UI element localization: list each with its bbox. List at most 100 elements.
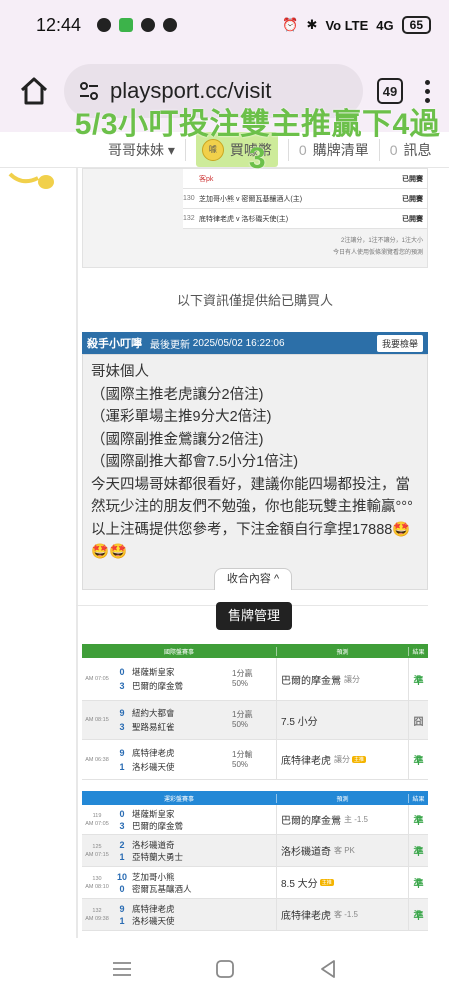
header-games: 國際盤賽事 [163, 649, 194, 656]
home-score: 0 [119, 883, 125, 894]
sport-lottery-table: 運彩盤賽事 預測 結果 119 AM 07:05 0 堪薩斯皇家 3 巴爾的摩金鶯 … [82, 791, 428, 931]
line-percent: 50% [232, 759, 249, 769]
chat-icon [97, 18, 112, 32]
header-result: 結果 [408, 646, 428, 656]
home-team[interactable]: 聖路易紅雀 [132, 721, 232, 733]
pick-name: 8.5 大分 [281, 879, 318, 890]
status-bar: 12:44 ⏰ ✱ Vo LTE 4G 65 [0, 0, 449, 50]
game-time: AM 07:05 [85, 820, 109, 827]
result-badge: 準 [408, 805, 428, 834]
game-no-time: 130 AM 08:10 [82, 867, 112, 898]
table-row: 125 AM 07:15 2 洛杉磯道奇 1 亞特蘭大勇士 洛杉磯道奇 客 PK 準 [82, 835, 428, 867]
result-badge: 準 [408, 835, 428, 866]
sale-management-button[interactable]: 售牌管理 [216, 602, 292, 630]
game-teams: 0 堪薩斯皇家 3 巴爾的摩金鶯 [112, 658, 232, 700]
away-score: 9 [119, 747, 125, 758]
picks-summary: 2注讓分，1注不讓分，1注大小 今日有人使用仮條瀏覽看您的預測 [333, 235, 423, 259]
purchaser-only-note: 以下資訊僅提供給已購買人 [176, 293, 333, 308]
away-team[interactable]: 堪薩斯皇家 [132, 666, 232, 678]
line-percent: 50% [232, 720, 249, 729]
table-row: AM 07:05 0 堪薩斯皇家 3 巴爾的摩金鶯 1分贏 50% 巴爾的摩金鶯 讓… [82, 658, 428, 701]
table-row: 132 底特律老虎 v 洛杉磯天使(主) 已開賽 [183, 209, 427, 229]
more-menu-icon[interactable] [425, 79, 431, 103]
game-teams: 9 紐約大都會 3 聖路易紅雀 [112, 701, 232, 739]
away-score: 9 [119, 903, 125, 914]
basketball-icon [163, 18, 178, 32]
game-teams: 2 洛杉磯道奇 1 亞特蘭大勇士 [112, 835, 276, 866]
tab-switcher-button[interactable]: 49 [377, 78, 403, 104]
header-pick: 預測 [276, 793, 408, 803]
result-badge: 準 [408, 658, 428, 700]
result-badge: 準 [408, 740, 428, 779]
home-team[interactable]: 洛杉磯天使 [132, 761, 232, 773]
away-team[interactable]: 芝加哥小熊 [132, 871, 276, 883]
game-no-time: 119 AM 07:05 [82, 805, 112, 834]
home-score: 3 [119, 722, 125, 732]
collapse-content-button[interactable]: 收合內容 ^ [214, 568, 292, 590]
picks-summary-line: 2注讓分，1注不讓分，1注大小 [340, 238, 423, 244]
away-team[interactable]: 洛杉磯道奇 [132, 839, 276, 851]
game-line: 1分輸 50% [232, 740, 276, 779]
pick-type: 讓分 [334, 755, 350, 764]
content-border [76, 168, 78, 938]
home-team[interactable]: 洛杉磯天使 [132, 915, 276, 927]
home-icon[interactable] [18, 75, 50, 107]
status-time: 12:44 [36, 14, 82, 35]
home-team[interactable]: 密爾瓦基釀酒人 [132, 883, 276, 895]
game-no: 132 [183, 215, 195, 222]
updated-time: 2025/05/02 16:22:06 [192, 337, 285, 349]
post-author[interactable]: 殺手小叮嚀 [87, 335, 142, 351]
away-score: 2 [119, 839, 125, 850]
notification-icons [97, 18, 178, 32]
pick-name: 洛杉磯道奇 [281, 847, 331, 858]
pick-cell: 洛杉磯道奇 客 PK [276, 835, 408, 866]
game-teams: 芝加哥小熊 v 密爾瓦基釀酒人(主) [199, 195, 303, 203]
line-icon [141, 18, 156, 32]
game-time: AM 07:05 [85, 676, 109, 682]
home-button-icon[interactable] [213, 957, 237, 981]
pick-name: 7.5 小分 [281, 716, 318, 728]
line-result: 1分贏 [232, 669, 253, 678]
away-score: 9 [119, 708, 125, 718]
pick-type: 主 -1.5 [344, 815, 369, 824]
mascot-icon [8, 172, 54, 189]
game-teams: 10 芝加哥小熊 0 密爾瓦基釀酒人 [112, 867, 276, 898]
menu-icon[interactable] [110, 957, 134, 981]
home-team[interactable]: 巴爾的摩金鶯 [132, 680, 232, 692]
game-time: AM 09:38 [85, 915, 109, 922]
away-team[interactable]: 底特律老虎 [132, 747, 232, 759]
back-icon[interactable] [316, 957, 340, 981]
table-row: 130 AM 08:10 10 芝加哥小熊 0 密爾瓦基釀酒人 8.5 大分 主推 … [82, 867, 428, 899]
home-team[interactable]: 亞特蘭大勇士 [132, 851, 276, 863]
header-result: 結果 [408, 793, 428, 803]
previous-picks-box: 客pk 已開賽 130 芝加哥小熊 v 密爾瓦基釀酒人(主) 已開賽 132 底… [82, 168, 428, 268]
header-pick: 預測 [276, 646, 408, 656]
pick-name: 底特律老虎 [281, 911, 331, 922]
line-result: 1分贏 [232, 710, 253, 719]
system-nav-bar [0, 938, 449, 1000]
game-no: 130 [92, 875, 102, 882]
game-time: AM 08:10 [85, 883, 109, 890]
away-team[interactable]: 底特律老虎 [132, 903, 276, 915]
main-pick-tag: 主推 [352, 756, 367, 763]
away-team[interactable]: 紐約大都會 [132, 707, 232, 719]
report-button[interactable]: 我要檢舉 [376, 334, 423, 352]
table-header: 運彩盤賽事 預測 結果 [82, 791, 428, 805]
previous-picks-table: 客pk 已開賽 130 芝加哥小熊 v 密爾瓦基釀酒人(主) 已開賽 132 底… [183, 169, 427, 229]
pick-type: 客 PK [334, 846, 355, 855]
overlay-caption: 5/3小叮投注雙主推贏下4過3 [74, 108, 441, 175]
away-team[interactable]: 堪薩斯皇家 [132, 808, 276, 820]
volte-label: Vo LTE [325, 17, 369, 33]
home-score: 1 [119, 851, 125, 862]
pick-type: 讓分 [344, 674, 360, 684]
game-no: 119 [92, 812, 102, 819]
game-teams: 9 底特律老虎 1 洛杉磯天使 [112, 740, 232, 779]
pick-cell: 7.5 小分 [276, 701, 408, 739]
pick-cell: 底特律老虎 客 -1.5 [276, 899, 408, 930]
home-team[interactable]: 巴爾的摩金鶯 [132, 820, 276, 832]
line-result: 1分輸 [232, 749, 253, 759]
table-row: 119 AM 07:05 0 堪薩斯皇家 3 巴爾的摩金鶯 巴爾的摩金鶯 主 -1.… [82, 805, 428, 835]
url-text[interactable]: playsport.cc/visit [110, 78, 271, 104]
site-settings-icon[interactable] [78, 80, 100, 102]
result-badge: 囧 [408, 701, 428, 739]
